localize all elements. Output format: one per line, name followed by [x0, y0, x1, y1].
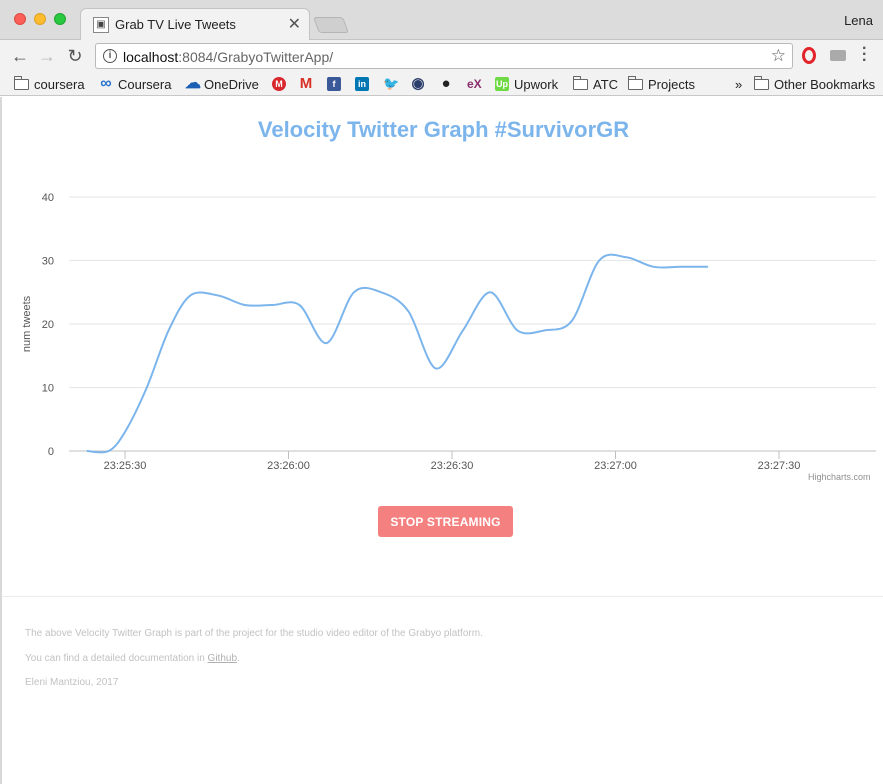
stop-streaming-button[interactable]: STOP STREAMING [378, 506, 513, 537]
edx-icon: eX [467, 77, 482, 91]
bookmark-linkedin[interactable]: in [355, 76, 374, 92]
mega-icon: M [272, 77, 286, 91]
bookmarks-bar: coursera ∞ Coursera ☁ OneDrive M Mf in 🐦 ◉ ● eX Up Up… [0, 72, 883, 96]
folder-icon [573, 75, 588, 90]
bookmark-gmail[interactable]: M [299, 76, 318, 92]
browser-tab-strip: ▣ Grab TV Live Tweets ✕ Lena [0, 0, 883, 40]
opera-icon[interactable] [802, 47, 816, 64]
y-tick-label: 30 [42, 256, 54, 268]
bookmark-onedrive[interactable]: ☁ OneDrive [185, 76, 259, 92]
bookmark-label: Other Bookmarks [774, 76, 876, 92]
url-text[interactable]: localhost:8084/GrabyoTwitterApp/ [123, 49, 333, 65]
onedrive-icon: ☁ [185, 75, 201, 92]
new-tab-button[interactable] [313, 17, 349, 33]
bookmark-coursera[interactable]: coursera [14, 75, 85, 92]
y-tick-label: 40 [42, 192, 54, 204]
info-icon[interactable]: i [103, 49, 117, 63]
profile-name[interactable]: Lena [844, 13, 873, 28]
address-bar[interactable]: i localhost:8084/GrabyoTwitterApp/ ☆ [95, 43, 793, 69]
close-tab-icon[interactable]: ✕ [288, 14, 301, 34]
bookmark-label: coursera [34, 76, 85, 92]
github-icon: ● [441, 75, 451, 92]
tab-title: Grab TV Live Tweets [115, 17, 236, 32]
series-line-num-tweets [86, 253, 709, 454]
folder-icon [754, 75, 769, 90]
camera-icon[interactable] [830, 50, 846, 61]
bookmark-other-bookmarks[interactable]: Other Bookmarks [754, 75, 876, 92]
footer-description: The above Velocity Twitter Graph is part… [25, 628, 483, 639]
facebook-icon: f [327, 77, 341, 91]
page-content: Velocity Twitter Graph #SurvivorGR 0 10 20… [0, 97, 883, 784]
tv-favicon-icon: ▣ [93, 17, 109, 33]
bookmark-atc[interactable]: ATC [573, 75, 619, 92]
github-link[interactable]: Github [208, 653, 237, 664]
db-icon: ◉ [411, 75, 425, 92]
menu-dots-icon[interactable]: · · · [862, 41, 867, 69]
window-minimize-button[interactable] [34, 13, 46, 25]
browser-tab[interactable]: ▣ Grab TV Live Tweets ✕ [80, 8, 310, 40]
folder-icon [628, 75, 643, 90]
browser-toolbar: ← → ↻ i localhost:8084/GrabyoTwitterApp/… [0, 40, 883, 72]
bookmark-star-icon[interactable]: ☆ [771, 46, 786, 66]
bookmark-projects[interactable]: Projects [628, 75, 695, 92]
divider [2, 596, 883, 597]
bookmark-label: Coursera [118, 76, 172, 92]
y-axis-title: num tweets [21, 295, 33, 352]
footer-docs: You can find a detailed documentation in… [25, 653, 240, 664]
bookmarks-overflow-chevron-icon[interactable]: » [735, 76, 742, 92]
velocity-chart: 0 10 20 30 40 23:25:30 23:26:00 23:26:30 23:27:0… [21, 192, 876, 472]
back-arrow-icon[interactable]: ← [9, 45, 31, 67]
y-tick-label: 10 [42, 383, 54, 395]
reload-icon[interactable]: ↻ [64, 45, 86, 67]
bookmark-github[interactable]: ● [439, 76, 458, 92]
y-tick-label: 0 [48, 446, 54, 458]
upwork-icon: Up [495, 77, 509, 91]
bookmark-label: ATC [593, 76, 619, 92]
folder-icon [14, 75, 29, 90]
footer-author: Eleni Mantziou, 2017 [25, 677, 119, 688]
bookmark-mega[interactable]: M [272, 76, 291, 92]
bookmark-coursera[interactable]: ∞ Coursera [99, 76, 171, 92]
window-zoom-button[interactable] [54, 13, 66, 25]
bookmark-label: OneDrive [204, 76, 259, 92]
bookmark-edx[interactable]: eX [467, 76, 486, 92]
x-tick-label: 23:26:30 [431, 460, 474, 472]
x-tick-label: 23:27:00 [594, 460, 637, 472]
gmail-icon: M [299, 75, 313, 92]
y-tick-label: 20 [42, 319, 54, 331]
x-tick-label: 23:26:00 [267, 460, 310, 472]
x-tick-label: 23:25:30 [104, 460, 147, 472]
twitter-icon: 🐦 [383, 76, 400, 91]
window-close-button[interactable] [14, 13, 26, 25]
forward-arrow-icon[interactable]: → [36, 45, 58, 67]
bookmark-label: Upwork [514, 76, 559, 92]
linkedin-icon: in [355, 77, 369, 91]
bookmark-twitter[interactable]: 🐦 [383, 76, 402, 92]
bookmark-upwork[interactable]: Up Upwork [495, 76, 558, 92]
bookmark-facebook[interactable]: f [327, 76, 346, 92]
bookmark-label: Projects [648, 76, 695, 92]
x-tick-label: 23:27:30 [758, 460, 801, 472]
highcharts-credits[interactable]: Highcharts.com [808, 472, 871, 482]
bookmark-db[interactable]: ◉ [411, 76, 430, 92]
coursera-icon: ∞ [100, 75, 112, 92]
